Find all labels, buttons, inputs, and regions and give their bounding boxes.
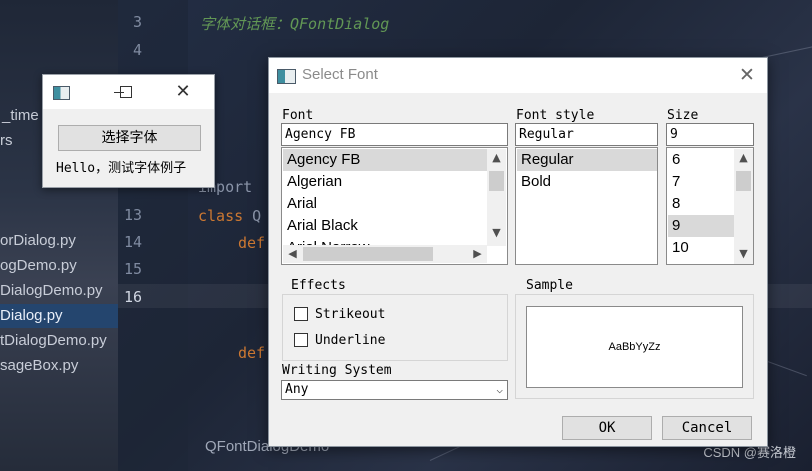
project-file[interactable]: orDialog.py <box>0 232 76 249</box>
scroll-down-icon[interactable]: ▼ <box>734 245 753 263</box>
dialog-close-button[interactable]: ✕ <box>736 64 758 86</box>
main-window-titlebar[interactable]: ✕ <box>43 75 214 109</box>
size-label: Size <box>667 108 699 123</box>
line-number: 16 <box>123 288 142 306</box>
dialog-title: Select Font <box>302 66 378 83</box>
project-file[interactable]: _time <box>2 107 39 124</box>
size-list-item[interactable]: 7 <box>668 171 734 193</box>
project-panel: _time rs orDialog.py ogDemo.py DialogDem… <box>0 0 118 471</box>
font-style-list-item[interactable]: Regular <box>517 149 657 171</box>
strikeout-checkbox[interactable] <box>294 307 308 321</box>
size-list-item[interactable]: 8 <box>668 193 734 215</box>
font-style-list[interactable]: Regular Bold <box>515 147 658 265</box>
scroll-left-icon[interactable]: ◀ <box>283 245 302 263</box>
project-file-selected[interactable]: Dialog.py <box>0 304 118 328</box>
writing-system-value: Any <box>285 382 309 397</box>
font-style-list-item[interactable]: Bold <box>517 171 657 193</box>
strikeout-label[interactable]: Strikeout <box>315 307 385 322</box>
maximize-button[interactable] <box>114 81 138 103</box>
code-class-line: class Q <box>198 207 262 225</box>
underline-label[interactable]: Underline <box>315 333 385 348</box>
maximize-icon <box>120 86 132 98</box>
line-number: 4 <box>132 41 142 59</box>
font-list-item[interactable]: Arial Narrow <box>283 237 487 245</box>
cancel-button[interactable]: Cancel <box>662 416 752 440</box>
project-file[interactable]: ogDemo.py <box>0 257 77 274</box>
close-button[interactable]: ✕ <box>171 81 195 103</box>
scroll-thumb[interactable] <box>736 171 751 191</box>
size-list-item[interactable]: 9 <box>668 215 734 237</box>
size-list[interactable]: 6 7 8 9 10 ▲ ▼ <box>666 147 754 265</box>
size-input[interactable]: 9 <box>666 123 754 146</box>
font-list-vscrollbar[interactable]: ▲ ▼ <box>487 149 506 246</box>
scroll-thumb[interactable] <box>303 247 433 261</box>
effects-label: Effects <box>287 278 350 293</box>
effects-group <box>282 294 508 361</box>
font-input[interactable]: Agency FB <box>281 123 508 146</box>
close-icon: ✕ <box>739 64 755 86</box>
size-list-item[interactable]: 10 <box>668 237 734 259</box>
project-file[interactable]: sageBox.py <box>0 357 78 374</box>
font-list-item[interactable]: Algerian <box>283 171 487 193</box>
scroll-up-icon[interactable]: ▲ <box>487 149 506 167</box>
chevron-down-icon: ⌵ <box>496 383 503 396</box>
font-style-label: Font style <box>516 108 595 123</box>
font-list-item[interactable]: Agency FB <box>283 149 487 171</box>
select-font-dialog: Select Font ✕ Font Agency FB Agency FB A… <box>268 57 768 447</box>
project-file[interactable]: rs <box>0 132 13 149</box>
app-icon <box>277 69 296 84</box>
dialog-titlebar[interactable]: Select Font ✕ <box>269 58 767 93</box>
line-number: 3 <box>132 13 142 31</box>
app-icon <box>53 86 70 100</box>
choose-font-button[interactable]: 选择字体 <box>58 125 201 151</box>
project-file[interactable]: DialogDemo.py <box>0 282 103 299</box>
main-window: ✕ 选择字体 Hello，测试字体例子 <box>42 74 215 188</box>
font-list-item[interactable]: Arial <box>283 193 487 215</box>
sample-label: Hello，测试字体例子 <box>56 161 187 176</box>
font-list-item[interactable]: Arial Black <box>283 215 487 237</box>
font-label: Font <box>282 108 314 123</box>
project-file[interactable]: tDialogDemo.py <box>0 332 107 349</box>
close-icon: ✕ <box>175 81 191 102</box>
code-def: def <box>238 344 266 362</box>
writing-system-select[interactable]: Any ⌵ <box>281 380 508 400</box>
size-list-item[interactable]: 6 <box>668 149 734 171</box>
code-def: def <box>238 234 266 252</box>
writing-system-label: Writing System <box>282 363 392 378</box>
sample-preview: AaBbYyZz <box>526 306 743 388</box>
sample-label: Sample <box>522 278 577 293</box>
scroll-thumb[interactable] <box>489 171 504 191</box>
line-number: 13 <box>123 206 142 224</box>
code-comment: 字体对话框：QFontDialog <box>200 15 390 33</box>
line-number: 15 <box>123 260 142 278</box>
ok-button[interactable]: OK <box>562 416 652 440</box>
scroll-up-icon[interactable]: ▲ <box>734 149 753 167</box>
font-list[interactable]: Agency FB Algerian Arial Arial Black Ari… <box>281 147 508 265</box>
underline-checkbox[interactable] <box>294 333 308 347</box>
line-number: 14 <box>123 233 142 251</box>
size-list-vscrollbar[interactable]: ▲ ▼ <box>734 149 753 264</box>
scroll-down-icon[interactable]: ▼ <box>487 224 506 242</box>
scroll-right-icon[interactable]: ▶ <box>468 245 487 263</box>
font-style-input[interactable]: Regular <box>515 123 658 146</box>
font-list-hscrollbar[interactable]: ◀ ▶ <box>283 245 487 263</box>
